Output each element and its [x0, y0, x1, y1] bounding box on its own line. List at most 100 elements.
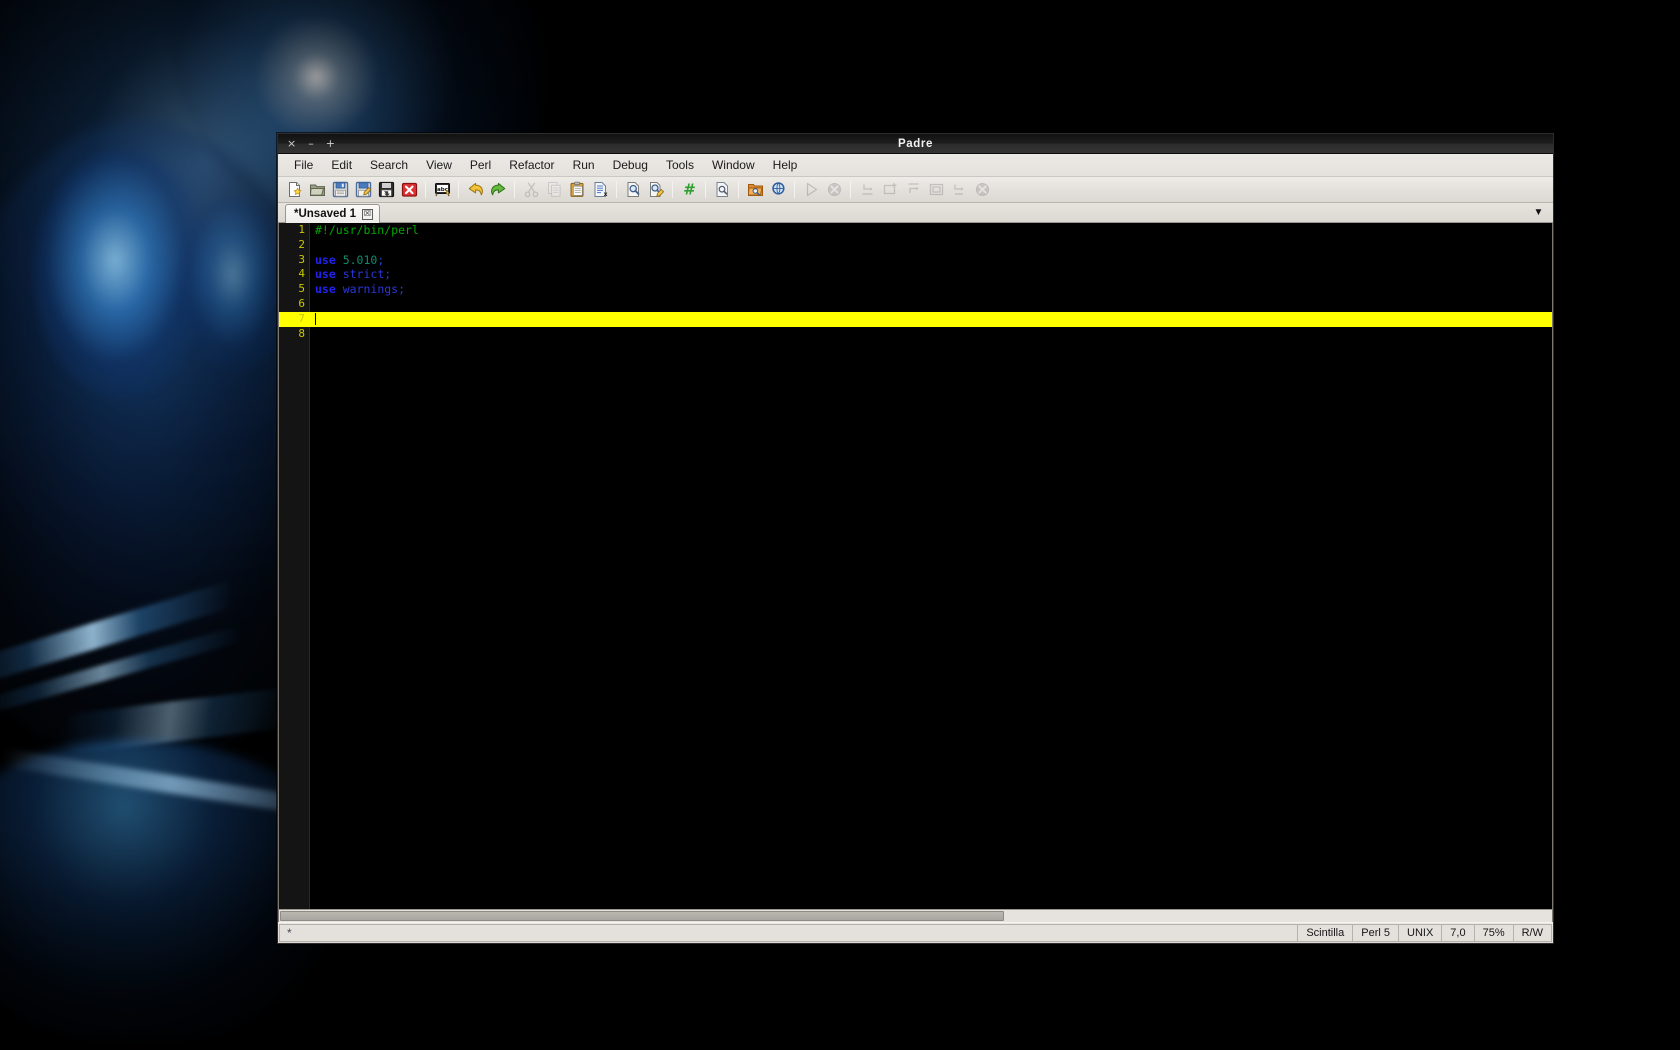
- window-controls: × – +: [278, 138, 335, 149]
- run-till-icon[interactable]: [925, 179, 947, 201]
- tab-unsaved-1[interactable]: *Unsaved 1 ☒: [285, 204, 381, 223]
- display-value-icon[interactable]: [948, 179, 970, 201]
- spell-check-icon[interactable]: abc: [431, 179, 453, 201]
- maximize-button[interactable]: +: [326, 138, 335, 149]
- line-number: 3: [298, 252, 305, 266]
- toolbar-separator: [705, 181, 706, 198]
- toolbar-separator: [458, 181, 459, 198]
- stop-script-icon[interactable]: [823, 179, 845, 201]
- menu-edit[interactable]: Edit: [322, 156, 361, 174]
- toolbar-separator: [425, 181, 426, 198]
- menu-run[interactable]: Run: [564, 156, 604, 174]
- code-line[interactable]: 6: [279, 297, 1552, 312]
- status-editor-engine[interactable]: Scintilla: [1297, 924, 1353, 942]
- code-editor[interactable]: 1 #!/usr/bin/perl 2 3 use 5.010; 4 use strict;…: [278, 223, 1553, 909]
- menu-tools[interactable]: Tools: [657, 156, 703, 174]
- step-in-icon[interactable]: [856, 179, 878, 201]
- menu-window[interactable]: Window: [703, 156, 764, 174]
- open-file-icon[interactable]: [306, 179, 328, 201]
- save-as-icon[interactable]: [352, 179, 374, 201]
- toolbar-separator: [738, 181, 739, 198]
- code-line[interactable]: 3 use 5.010;: [279, 253, 1552, 268]
- code-line[interactable]: 7: [279, 311, 1552, 327]
- code-token: ;: [398, 282, 406, 297]
- menubar: File Edit Search View Perl Refactor Run …: [278, 154, 1553, 177]
- step-out-icon[interactable]: [902, 179, 924, 201]
- line-number: 1: [298, 223, 305, 236]
- code-token: use: [315, 282, 343, 297]
- status-read-write[interactable]: R/W: [1512, 924, 1552, 942]
- undo-icon[interactable]: [464, 179, 486, 201]
- horizontal-scrollbar[interactable]: [278, 909, 1553, 922]
- status-message: *: [279, 924, 1298, 942]
- menu-perl[interactable]: Perl: [461, 156, 500, 174]
- chevron-down-icon[interactable]: ▼: [1532, 206, 1545, 219]
- toolbar-separator: [514, 181, 515, 198]
- goto-line-icon[interactable]: #: [678, 179, 700, 201]
- line-number: 5: [298, 282, 305, 296]
- close-file-icon[interactable]: [398, 179, 420, 201]
- redo-icon[interactable]: [487, 179, 509, 201]
- horizontal-scrollbar-thumb[interactable]: [280, 911, 1005, 921]
- menu-debug[interactable]: Debug: [604, 156, 657, 174]
- code-line[interactable]: 1 #!/usr/bin/perl: [279, 223, 1552, 238]
- line-number: 4: [298, 267, 305, 281]
- tab-close-icon[interactable]: ☒: [362, 208, 374, 220]
- status-message-text: *: [287, 926, 292, 940]
- editor-tabbar: *Unsaved 1 ☒ ▼: [278, 203, 1553, 223]
- find-in-files-icon[interactable]: [767, 179, 789, 201]
- replace-icon[interactable]: [645, 179, 667, 201]
- code-line[interactable]: 4 use strict;: [279, 267, 1552, 282]
- run-script-icon[interactable]: [800, 179, 822, 201]
- window-titlebar[interactable]: × – + Padre: [278, 134, 1553, 154]
- window-title: Padre: [898, 137, 933, 150]
- status-mime-type[interactable]: Perl 5: [1352, 924, 1398, 942]
- line-number: 7: [298, 311, 305, 325]
- step-over-icon[interactable]: [879, 179, 901, 201]
- status-cursor-pos[interactable]: 7,0: [1441, 924, 1474, 942]
- toolbar: abc x #: [278, 177, 1553, 203]
- cut-icon[interactable]: [520, 179, 542, 201]
- toolbar-separator: [616, 181, 617, 198]
- menu-view[interactable]: View: [417, 156, 461, 174]
- toolbar-separator: [850, 181, 851, 198]
- menu-refactor[interactable]: Refactor: [500, 156, 563, 174]
- code-line-text: use warnings;: [315, 282, 405, 297]
- code-line-text: use strict;: [315, 267, 391, 282]
- line-number: 6: [298, 296, 305, 310]
- quit-debugger-icon[interactable]: [971, 179, 993, 201]
- status-zoom[interactable]: 75%: [1473, 924, 1513, 942]
- menu-help[interactable]: Help: [764, 156, 807, 174]
- code-line-text: use 5.010;: [315, 253, 384, 268]
- code-line-text: #!/usr/bin/perl: [315, 223, 419, 238]
- save-all-icon[interactable]: [375, 179, 397, 201]
- paste-icon[interactable]: [566, 179, 588, 201]
- toolbar-separator: [794, 181, 795, 198]
- editor-text-area[interactable]: 1 #!/usr/bin/perl 2 3 use 5.010; 4 use strict;…: [279, 223, 1552, 909]
- statusbar: * Scintilla Perl 5 UNIX 7,0 75% R/W: [278, 922, 1553, 943]
- save-icon[interactable]: [329, 179, 351, 201]
- code-line[interactable]: 2: [279, 238, 1552, 253]
- close-button[interactable]: ×: [287, 138, 296, 149]
- code-token: use: [315, 267, 343, 282]
- browse-dir-icon[interactable]: [744, 179, 766, 201]
- text-caret: [315, 312, 316, 325]
- minimize-button[interactable]: –: [308, 138, 314, 149]
- doc-stats-icon[interactable]: [711, 179, 733, 201]
- code-line[interactable]: 8: [279, 327, 1552, 342]
- find-icon[interactable]: [622, 179, 644, 201]
- svg-text:x: x: [603, 191, 607, 198]
- new-file-icon[interactable]: [283, 179, 305, 201]
- line-number: 2: [298, 237, 305, 251]
- menu-search[interactable]: Search: [361, 156, 417, 174]
- code-token: ;: [377, 252, 385, 267]
- code-token: #!/usr/bin/perl: [315, 223, 419, 237]
- code-token: use: [315, 252, 343, 267]
- svg-text:#: #: [683, 181, 696, 198]
- tab-label: *Unsaved 1: [294, 208, 357, 220]
- status-line-ending[interactable]: UNIX: [1398, 924, 1442, 942]
- copy-icon[interactable]: [543, 179, 565, 201]
- menu-file[interactable]: File: [285, 156, 322, 174]
- select-all-icon[interactable]: x: [589, 179, 611, 201]
- code-line[interactable]: 5 use warnings;: [279, 282, 1552, 297]
